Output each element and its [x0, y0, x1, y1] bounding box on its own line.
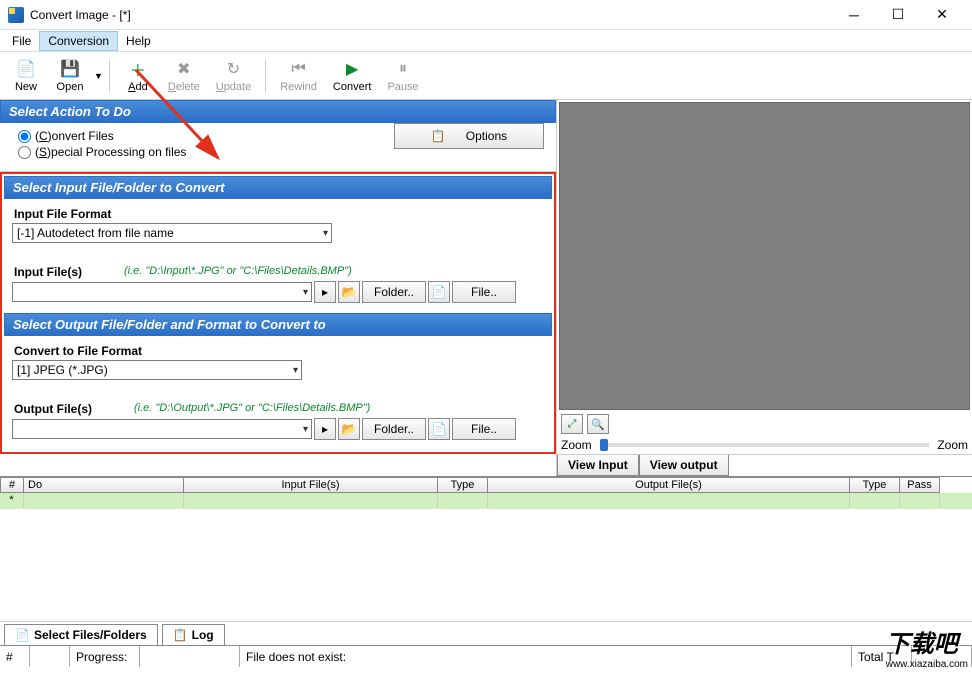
- output-files-combo[interactable]: [12, 419, 312, 439]
- tab-view-input[interactable]: View Input: [557, 455, 639, 476]
- col-type[interactable]: Type: [438, 477, 488, 493]
- document-icon: 📄: [15, 628, 30, 642]
- output-files-label: Output File(s): [14, 402, 92, 416]
- radio-convert-label[interactable]: (C)onvert Files: [35, 129, 114, 143]
- status-message: File does not exist:: [240, 646, 852, 667]
- right-pane: ⤢ 🔍 Zoom Zoom View Input View output: [556, 100, 972, 476]
- output-file-icon[interactable]: 📄: [428, 418, 450, 440]
- update-icon: ↻: [223, 59, 243, 79]
- col-do[interactable]: Do: [24, 477, 184, 493]
- bottom-tabs: 📄 Select Files/Folders 📋 Log: [0, 621, 972, 645]
- log-icon: 📋: [173, 628, 188, 642]
- minimize-button[interactable]: ─: [832, 1, 876, 29]
- tab-select-files[interactable]: 📄 Select Files/Folders: [4, 624, 158, 645]
- maximize-button[interactable]: ☐: [876, 1, 920, 29]
- input-hint: (i.e. "D:\Input\*.JPG" or "C:\Files\Deta…: [124, 265, 352, 277]
- add-button[interactable]: ＋ AAdddd: [116, 57, 160, 95]
- input-file-button[interactable]: File..: [452, 281, 516, 303]
- input-folder-icon[interactable]: 📂: [338, 281, 360, 303]
- grid-header: # Do Input File(s) Type Output File(s) T…: [0, 477, 972, 493]
- highlight-frame: Select Input File/Folder to Convert Inpu…: [0, 172, 556, 454]
- zoom-label-right: Zoom: [937, 438, 968, 452]
- output-file-button[interactable]: File..: [452, 418, 516, 440]
- input-files-label: Input File(s): [14, 265, 82, 279]
- update-button[interactable]: ↻ UpdateUpdate: [208, 57, 259, 95]
- input-files-combo[interactable]: [12, 282, 312, 302]
- zoom-slider[interactable]: [600, 443, 930, 447]
- output-hint: (i.e. "D:\Output\*.JPG" or "C:\Files\Det…: [134, 402, 370, 414]
- input-format-label: Input File Format: [14, 207, 544, 221]
- toolbar: 📄 New 💾 Open ▼ ＋ AAdddd ✖ DeleteDelete ↻…: [0, 52, 972, 100]
- separator: [265, 59, 266, 93]
- action-header: Select Action To Do: [0, 100, 556, 123]
- close-button[interactable]: ✕: [920, 1, 964, 29]
- open-icon: 💾: [60, 59, 80, 79]
- input-folder-button[interactable]: Folder..: [362, 281, 426, 303]
- app-icon: [8, 7, 24, 23]
- delete-icon: ✖: [174, 59, 194, 79]
- pause-button[interactable]: ⏸ Pause: [379, 57, 426, 95]
- col-type2[interactable]: Type: [850, 477, 900, 493]
- zoom-actual-button[interactable]: 🔍: [587, 414, 609, 434]
- watermark: 下载吧 www.xiazaiba.com: [882, 620, 972, 674]
- col-hash[interactable]: #: [0, 477, 24, 493]
- rewind-button[interactable]: ⏮ Rewind: [272, 57, 325, 95]
- menubar: File Conversion Help: [0, 30, 972, 52]
- preview-area: [559, 102, 970, 410]
- input-format-combo[interactable]: [-1] Autodetect from file name: [12, 223, 332, 243]
- radio-convert[interactable]: [18, 130, 31, 143]
- new-icon: 📄: [16, 59, 36, 79]
- output-folder-button[interactable]: Folder..: [362, 418, 426, 440]
- status-hash: #: [0, 646, 30, 667]
- tab-log[interactable]: 📋 Log: [162, 624, 225, 645]
- output-format-combo[interactable]: [1] JPEG (*.JPG): [12, 360, 302, 380]
- output-header: Select Output File/Folder and Format to …: [4, 313, 552, 336]
- menu-file[interactable]: File: [4, 32, 39, 50]
- window-title: Convert Image - [*]: [30, 8, 832, 22]
- col-output[interactable]: Output File(s): [488, 477, 850, 493]
- delete-button[interactable]: ✖ DeleteDelete: [160, 57, 208, 95]
- radio-special-label[interactable]: (S)pecial Processing on files: [35, 145, 186, 159]
- tab-view-output[interactable]: View output: [639, 455, 729, 476]
- convert-button[interactable]: ▶ Convert: [325, 57, 380, 95]
- menu-conversion[interactable]: Conversion: [39, 31, 118, 51]
- separator: [109, 59, 110, 93]
- input-play-button[interactable]: ▸: [314, 281, 336, 303]
- rewind-icon: ⏮: [289, 59, 309, 79]
- statusbar: # Progress: File does not exist: Total T: [0, 645, 972, 667]
- output-play-button[interactable]: ▸: [314, 418, 336, 440]
- open-button[interactable]: 💾 Open: [48, 57, 92, 95]
- input-file-icon[interactable]: 📄: [428, 281, 450, 303]
- output-format-label: Convert to File Format: [14, 344, 544, 358]
- status-progress-label: Progress:: [70, 646, 140, 667]
- col-input[interactable]: Input File(s): [184, 477, 438, 493]
- zoom-fit-button[interactable]: ⤢: [561, 414, 583, 434]
- file-grid: # Do Input File(s) Type Output File(s) T…: [0, 476, 972, 621]
- titlebar: Convert Image - [*] ─ ☐ ✕: [0, 0, 972, 30]
- grid-row[interactable]: *: [0, 493, 972, 509]
- convert-icon: ▶: [342, 59, 362, 79]
- pause-icon: ⏸: [393, 59, 413, 79]
- col-pass[interactable]: Pass: [900, 477, 940, 493]
- menu-help[interactable]: Help: [118, 32, 159, 50]
- zoom-label-left: Zoom: [561, 438, 592, 452]
- options-button[interactable]: 📋 Options: [394, 123, 544, 149]
- radio-special[interactable]: [18, 146, 31, 159]
- add-icon: ＋: [128, 59, 148, 79]
- left-pane: Select Action To Do (C)onvert Files (S)p…: [0, 100, 556, 476]
- input-header: Select Input File/Folder to Convert: [4, 176, 552, 199]
- output-folder-icon[interactable]: 📂: [338, 418, 360, 440]
- options-icon: 📋: [431, 129, 446, 143]
- open-dropdown-icon[interactable]: ▼: [94, 71, 103, 81]
- row-mark: *: [0, 493, 24, 509]
- new-button[interactable]: 📄 New: [4, 57, 48, 95]
